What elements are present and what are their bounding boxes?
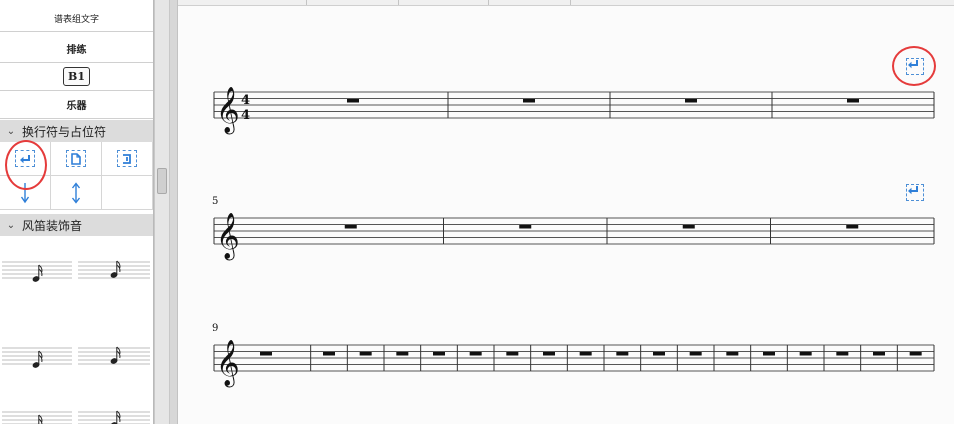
whole-rest (260, 352, 272, 356)
whole-rest (799, 352, 812, 356)
system-1: 𝄞 44 (213, 87, 935, 135)
whole-rest (689, 352, 702, 356)
system-break-icon (908, 186, 918, 195)
palette-cell-empty (102, 176, 153, 210)
whole-rest (523, 99, 535, 103)
whole-rest (653, 352, 665, 356)
time-signature-top: 4 (241, 93, 250, 108)
palette-item-label: 谱表组文字 (53, 15, 99, 25)
staff-spacer-icon (71, 181, 81, 204)
whole-rest (359, 352, 372, 356)
score-canvas[interactable]: 𝄞 4 4 𝄞 5 𝄞 9 (178, 0, 954, 424)
whole-rest (763, 352, 775, 356)
system-2: 𝄞5 (212, 196, 935, 261)
treble-clef: 𝄞 (216, 87, 240, 135)
annotation-circle (5, 140, 47, 190)
score-page: 𝄞 44𝄞5𝄞9 (212, 87, 935, 388)
whole-rest (347, 99, 359, 103)
treble-clef: 𝄞 (216, 213, 240, 261)
section-title: 风笛装饰音 (22, 218, 83, 233)
palette-item-staff-text[interactable]: 谱表组文字 (0, 6, 153, 32)
time-signature-bottom: 4 (241, 108, 250, 123)
whole-rest (469, 352, 482, 356)
bagpipe-grid (0, 236, 153, 424)
whole-rest (682, 225, 695, 229)
scrollbar-thumb[interactable] (157, 168, 167, 194)
palette-cell-section-break[interactable] (102, 142, 153, 176)
palette-scrollbar[interactable] (154, 0, 170, 424)
whole-rest (579, 352, 592, 356)
treble-clef: 𝄞 (216, 340, 240, 388)
palette-item-label: 排练 (66, 45, 87, 56)
system-3: 𝄞9 (212, 323, 935, 388)
palette-item-instrument[interactable]: 乐器 (0, 91, 153, 119)
whole-rest (616, 352, 629, 356)
whole-rest (846, 225, 859, 229)
chevron-down-icon: ⌄ (6, 125, 16, 137)
palette-item-rehearsal-mark-b1[interactable]: B1 (0, 63, 153, 91)
chevron-down-icon: ⌄ (6, 219, 16, 231)
whole-rest (873, 352, 885, 356)
palette-cell-page-break[interactable] (51, 142, 102, 176)
whole-rest (726, 352, 739, 356)
whole-rest (433, 352, 445, 356)
whole-rest (506, 352, 519, 356)
section-header-bagpipe-embellishments[interactable]: ⌄ 风笛装饰音 (0, 214, 153, 236)
system-break-marker-2[interactable] (906, 184, 924, 201)
palette-panel: 谱表组文字 排练 B1 乐器 ⌄ 换行符与占位符 ⌄ 风笛装饰音 (0, 0, 154, 424)
page-break-icon (66, 150, 86, 167)
frame-break-icon (117, 150, 137, 167)
whole-rest (323, 352, 335, 356)
whole-rest (396, 352, 409, 356)
section-header-breaks-spacers[interactable]: ⌄ 换行符与占位符 (0, 120, 153, 142)
whole-rest (543, 352, 555, 356)
musescore-window: 谱表组文字 排练 B1 乐器 ⌄ 换行符与占位符 ⌄ 风笛装饰音 𝄞 4 4 𝄞… (0, 0, 954, 424)
palette-item-label: 乐器 (66, 101, 87, 112)
whole-rest (344, 225, 357, 229)
palette-item-rehearsal[interactable]: 排练 (0, 35, 153, 63)
rehearsal-mark-icon: B1 (63, 67, 90, 86)
whole-rest (519, 225, 532, 229)
whole-rest (909, 352, 922, 356)
whole-rest (685, 99, 697, 103)
bagpipe-embellishment-icons (2, 260, 150, 424)
palette-cell-staff-spacer[interactable] (51, 176, 102, 210)
annotation-circle (892, 46, 936, 86)
panel-splitter[interactable] (170, 0, 178, 424)
whole-rest (847, 99, 859, 103)
measure-number: 5 (212, 196, 218, 207)
measure-number: 9 (212, 323, 218, 334)
section-title: 换行符与占位符 (22, 124, 107, 139)
whole-rest (836, 352, 849, 356)
